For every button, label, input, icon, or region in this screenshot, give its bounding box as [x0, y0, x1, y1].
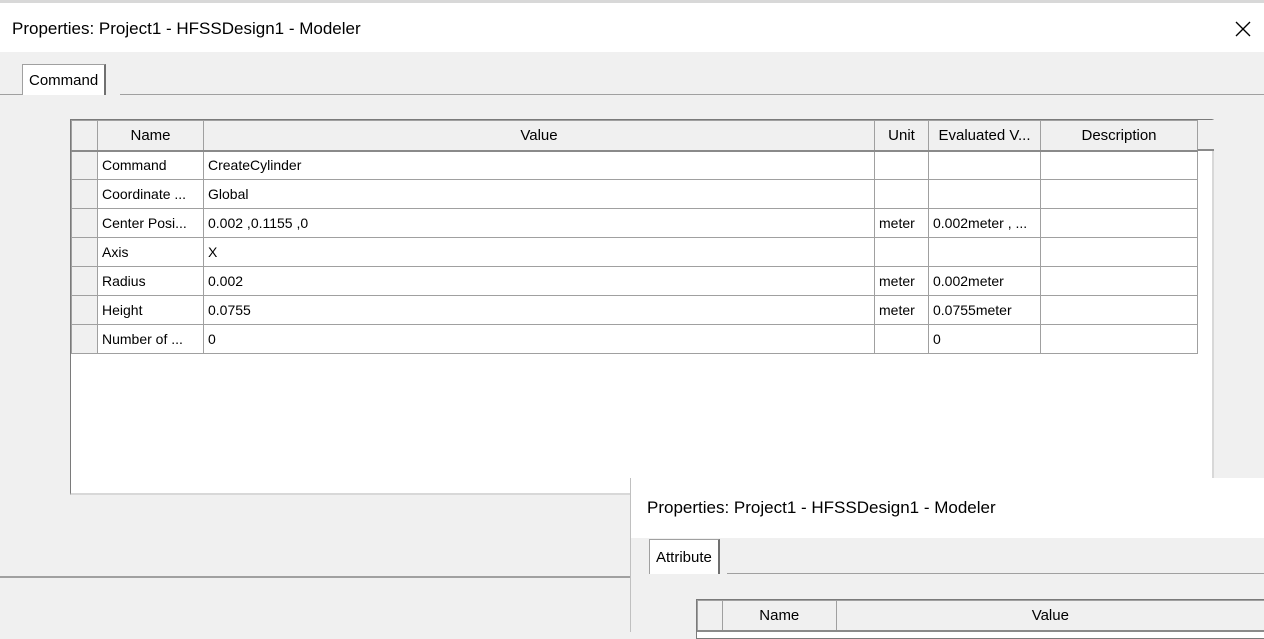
column-header-name[interactable]: Name	[722, 601, 836, 631]
row-header[interactable]	[72, 180, 98, 209]
cell-value[interactable]: 0.002 ,0.1155 ,0	[204, 209, 875, 238]
column-header-unit[interactable]: Unit	[875, 121, 929, 151]
column-header-value[interactable]: Value	[836, 601, 1264, 631]
header-row: Name Value	[698, 601, 1264, 631]
tab-attribute[interactable]: Attribute	[649, 539, 720, 574]
cell-unit[interactable]: meter	[875, 296, 929, 325]
cell-evaluated[interactable]	[929, 238, 1041, 267]
row-header[interactable]	[72, 325, 98, 354]
corner-header[interactable]	[72, 121, 98, 151]
cell-description[interactable]	[1041, 296, 1198, 325]
cell-evaluated[interactable]: 0.002meter , ...	[929, 209, 1041, 238]
cell-description[interactable]	[1041, 209, 1198, 238]
dialog-titlebar-attribute[interactable]: Properties: Project1 - HFSSDesign1 - Mod…	[631, 478, 1264, 538]
cell-value[interactable]: 0.0755	[204, 296, 875, 325]
cell-name[interactable]: Number of ...	[98, 325, 204, 354]
cell-value[interactable]: 0.002	[204, 267, 875, 296]
attribute-table: Name Value	[697, 600, 1264, 632]
cell-name[interactable]: Coordinate ...	[98, 180, 204, 209]
properties-grid[interactable]: Name Value Unit Evaluated V... Descripti…	[70, 119, 1214, 495]
background-window-strip	[0, 0, 1264, 3]
row-header[interactable]	[72, 296, 98, 325]
close-button[interactable]	[1228, 14, 1258, 44]
dialog-titlebar[interactable]: Properties: Project1 - HFSSDesign1 - Mod…	[0, 0, 1264, 52]
dialog-title-attribute: Properties: Project1 - HFSSDesign1 - Mod…	[647, 498, 996, 518]
tab-panel-border	[120, 94, 1264, 95]
attribute-grid[interactable]: Name Value	[696, 599, 1264, 639]
cell-evaluated[interactable]	[929, 151, 1041, 180]
cell-name[interactable]: Center Posi...	[98, 209, 204, 238]
cell-unit[interactable]	[875, 238, 929, 267]
row-header[interactable]	[72, 209, 98, 238]
table-row[interactable]: Height 0.0755 meter 0.0755meter	[72, 296, 1198, 325]
properties-table: Name Value Unit Evaluated V... Descripti…	[71, 120, 1198, 354]
button-area-separator	[0, 576, 630, 578]
tab-panel-border-left	[0, 94, 22, 95]
cell-unit[interactable]	[875, 180, 929, 209]
cell-value[interactable]: Global	[204, 180, 875, 209]
table-row[interactable]: Radius 0.002 meter 0.002meter	[72, 267, 1198, 296]
row-header[interactable]	[72, 238, 98, 267]
cell-unit[interactable]	[875, 151, 929, 180]
cell-description[interactable]	[1041, 151, 1198, 180]
column-header-value[interactable]: Value	[204, 121, 875, 151]
cell-value[interactable]: X	[204, 238, 875, 267]
row-header[interactable]	[72, 267, 98, 296]
cell-value[interactable]: 0	[204, 325, 875, 354]
table-row[interactable]: Axis X	[72, 238, 1198, 267]
cell-name[interactable]: Axis	[98, 238, 204, 267]
cell-description[interactable]	[1041, 267, 1198, 296]
tab-panel-border	[727, 573, 1264, 574]
cell-evaluated[interactable]	[929, 180, 1041, 209]
dialog-title: Properties: Project1 - HFSSDesign1 - Mod…	[12, 19, 361, 39]
tab-command[interactable]: Command	[22, 64, 106, 95]
cell-name[interactable]: Height	[98, 296, 204, 325]
close-icon	[1234, 20, 1252, 38]
cell-evaluated[interactable]: 0	[929, 325, 1041, 354]
cell-name[interactable]: Radius	[98, 267, 204, 296]
cell-description[interactable]	[1041, 325, 1198, 354]
header-scroll-stub	[1197, 120, 1214, 151]
cell-value[interactable]: CreateCylinder	[204, 151, 875, 180]
corner-header[interactable]	[698, 601, 723, 631]
header-row: Name Value Unit Evaluated V... Descripti…	[72, 121, 1198, 151]
cell-evaluated[interactable]: 0.0755meter	[929, 296, 1041, 325]
cell-unit[interactable]	[875, 325, 929, 354]
table-row[interactable]: Center Posi... 0.002 ,0.1155 ,0 meter 0.…	[72, 209, 1198, 238]
table-row[interactable]: Coordinate ... Global	[72, 180, 1198, 209]
cell-unit[interactable]: meter	[875, 209, 929, 238]
table-row[interactable]: Number of ... 0 0	[72, 325, 1198, 354]
cell-description[interactable]	[1041, 180, 1198, 209]
column-header-evaluated-value[interactable]: Evaluated V...	[929, 121, 1041, 151]
cell-unit[interactable]: meter	[875, 267, 929, 296]
cell-description[interactable]	[1041, 238, 1198, 267]
row-header[interactable]	[72, 151, 98, 180]
column-header-name[interactable]: Name	[98, 121, 204, 151]
column-header-description[interactable]: Description	[1041, 121, 1198, 151]
cell-name[interactable]: Command	[98, 151, 204, 180]
table-row[interactable]: Command CreateCylinder	[72, 151, 1198, 180]
cell-evaluated[interactable]: 0.002meter	[929, 267, 1041, 296]
properties-dialog-attribute: Properties: Project1 - HFSSDesign1 - Mod…	[630, 478, 1264, 632]
